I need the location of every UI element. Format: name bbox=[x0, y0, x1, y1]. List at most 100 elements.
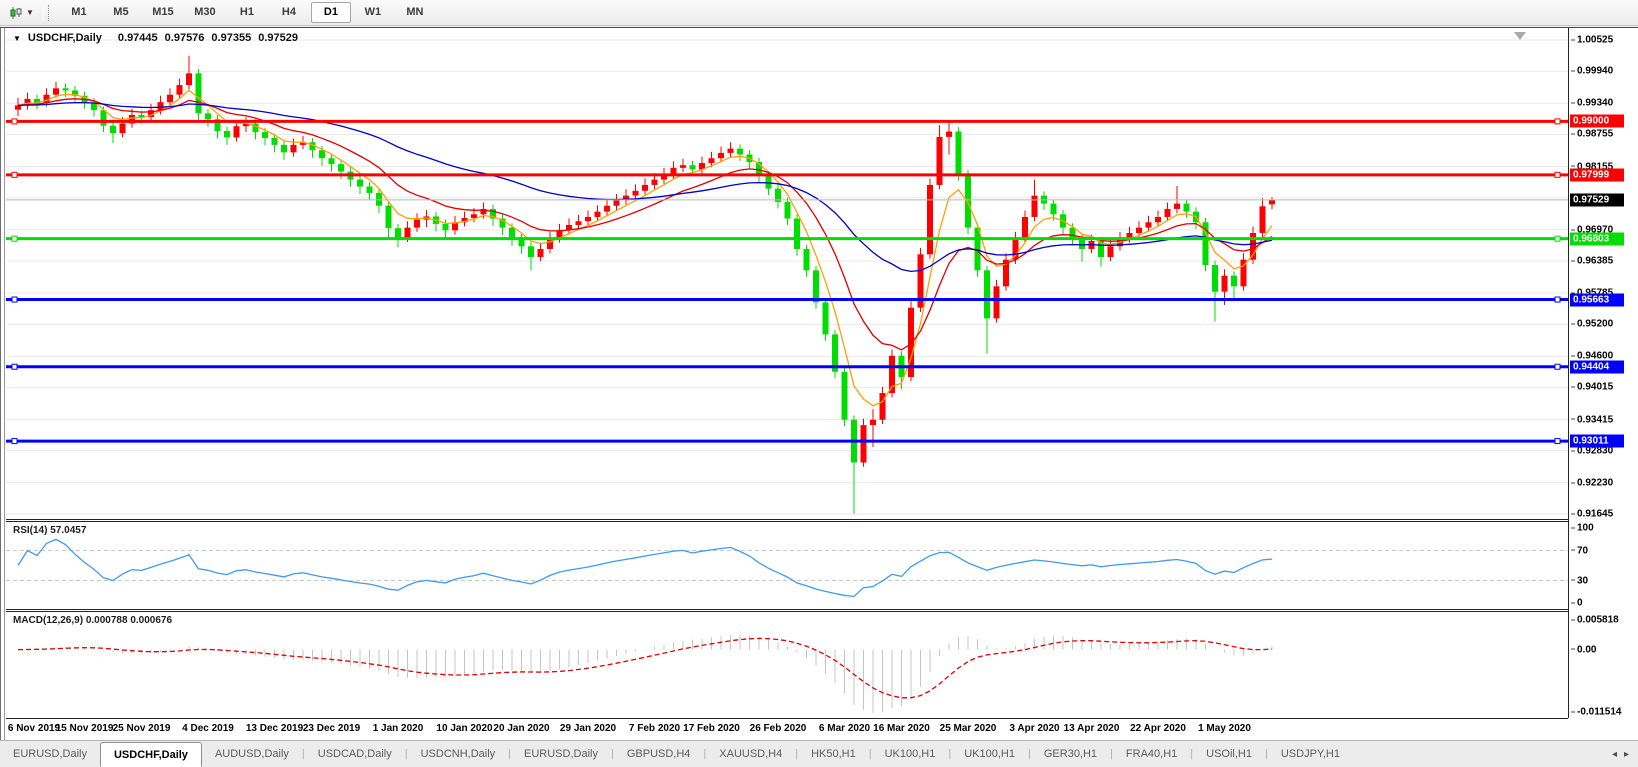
date-axis-label: 29 Jan 2020 bbox=[560, 723, 616, 734]
chart-tabs-bar: EURUSD,DailyUSDCHF,DailyAUDUSD,Daily|USD… bbox=[0, 740, 1638, 767]
ma-mid-line bbox=[18, 99, 1272, 350]
date-axis-label: 15 Nov 2019 bbox=[56, 723, 114, 734]
horizontal-level-lines[interactable] bbox=[6, 119, 1568, 444]
macd-axis-label: -0.011514 bbox=[1571, 707, 1622, 718]
timeframe-button-m1[interactable]: M1 bbox=[59, 2, 99, 23]
chart-panels: ▼ USDCHF,Daily 0.97445 0.97576 0.97355 0… bbox=[6, 28, 1568, 741]
rsi-axis-label: 30 bbox=[1571, 575, 1588, 586]
rsi-label: RSI(14) 57.0457 bbox=[13, 525, 86, 536]
timeframe-button-h1[interactable]: H1 bbox=[227, 2, 267, 23]
chart-tab-uk100-h1[interactable]: UK100,H1 bbox=[951, 741, 1028, 767]
current-price-badge: 0.97529 bbox=[1570, 193, 1624, 206]
date-axis-label: 4 Dec 2019 bbox=[182, 723, 234, 734]
timeframe-button-mn[interactable]: MN bbox=[395, 2, 435, 23]
date-axis-label: 7 Feb 2020 bbox=[629, 723, 680, 734]
date-axis-label: 1 May 2020 bbox=[1198, 723, 1251, 734]
chart-window: ▼ USDCHF,Daily 0.97445 0.97576 0.97355 0… bbox=[0, 27, 1638, 740]
date-axis-label: 25 Mar 2020 bbox=[940, 723, 997, 734]
date-axis-label: 10 Jan 2020 bbox=[436, 723, 492, 734]
chart-tab-usdcnh-daily[interactable]: USDCNH,Daily bbox=[408, 741, 509, 767]
chart-left-border bbox=[4, 28, 5, 740]
chart-tab-eurusd-daily[interactable]: EURUSD,Daily bbox=[511, 741, 611, 767]
panel-separator[interactable] bbox=[6, 609, 1568, 610]
date-axis-label: 25 Nov 2019 bbox=[113, 723, 171, 734]
candlestick-chart[interactable] bbox=[6, 28, 1568, 519]
tab-scroll-right-icon[interactable]: ▸ bbox=[1624, 749, 1629, 760]
chart-tab-usdcad-daily[interactable]: USDCAD,Daily bbox=[305, 741, 405, 767]
time-axis[interactable]: 6 Nov 201915 Nov 201925 Nov 20194 Dec 20… bbox=[6, 718, 1568, 742]
chart-tab-uk100-h1[interactable]: UK100,H1 bbox=[872, 741, 949, 767]
price-axis-label: 0.92230 bbox=[1571, 477, 1613, 488]
candles bbox=[15, 56, 1275, 514]
price-axis-label: 0.96385 bbox=[1571, 255, 1613, 266]
price-axis-label: 0.99940 bbox=[1571, 66, 1613, 77]
date-axis-label: 23 Dec 2019 bbox=[303, 723, 360, 734]
chart-tab-usdjpy-h1[interactable]: USDJPY,H1 bbox=[1268, 741, 1353, 767]
date-axis-label: 17 Feb 2020 bbox=[683, 723, 740, 734]
macd-chart[interactable] bbox=[6, 612, 1568, 718]
timeframe-button-m5[interactable]: M5 bbox=[101, 2, 141, 23]
macd-signal-line bbox=[18, 638, 1272, 697]
timeframe-button-h4[interactable]: H4 bbox=[269, 2, 309, 23]
price-axis-label: 0.99340 bbox=[1571, 98, 1613, 109]
main-price-panel[interactable]: ▼ USDCHF,Daily 0.97445 0.97576 0.97355 0… bbox=[6, 28, 1568, 519]
level-price-badge: 0.99000 bbox=[1570, 115, 1624, 128]
rsi-line bbox=[18, 539, 1272, 596]
ohlc-low: 0.97355 bbox=[211, 32, 251, 44]
rsi-panel[interactable]: RSI(14) 57.0457 bbox=[6, 522, 1568, 609]
price-axis-label: 0.91645 bbox=[1571, 509, 1613, 520]
timeframe-toolbar: M1M5M15M30H1H4D1W1MN bbox=[58, 2, 436, 23]
rsi-axis-label: 70 bbox=[1571, 545, 1588, 556]
date-axis-label: 22 Apr 2020 bbox=[1130, 723, 1186, 734]
macd-panel[interactable]: MACD(12,26,9) 0.000788 0.000676 bbox=[6, 612, 1568, 718]
price-axis[interactable]: 1.005250.999400.993400.987550.981550.975… bbox=[1568, 28, 1638, 718]
dropdown-caret-icon: ▼ bbox=[26, 8, 34, 17]
ohlc-high: 0.97576 bbox=[165, 32, 205, 44]
level-price-badge: 0.93011 bbox=[1570, 435, 1624, 448]
panel-separator[interactable] bbox=[6, 519, 1568, 520]
symbol-dropdown-icon[interactable]: ▼ bbox=[13, 34, 21, 43]
chart-tab-fra40-h1[interactable]: FRA40,H1 bbox=[1113, 741, 1190, 767]
macd-axis-label: 0.005818 bbox=[1571, 615, 1619, 626]
date-axis-label: 3 Apr 2020 bbox=[1009, 723, 1059, 734]
chart-tab-audusd-daily[interactable]: AUDUSD,Daily bbox=[202, 741, 302, 767]
chart-tools-icon[interactable]: ▼ bbox=[5, 4, 38, 22]
timeframe-button-w1[interactable]: W1 bbox=[353, 2, 393, 23]
timeframe-button-d1[interactable]: D1 bbox=[311, 2, 351, 23]
tab-scroll-left-icon[interactable]: ◂ bbox=[1612, 749, 1617, 760]
date-axis-label: 26 Feb 2020 bbox=[750, 723, 807, 734]
level-price-badge: 0.96803 bbox=[1570, 232, 1624, 245]
chart-tab-usdchf-daily[interactable]: USDCHF,Daily bbox=[100, 742, 202, 767]
chart-title: ▼ USDCHF,Daily 0.97445 0.97576 0.97355 0… bbox=[13, 32, 298, 44]
price-axis-label: 0.98755 bbox=[1571, 129, 1613, 140]
level-price-badge: 0.95663 bbox=[1570, 293, 1624, 306]
date-axis-label: 16 Mar 2020 bbox=[873, 723, 930, 734]
candlestick-glyph-icon bbox=[9, 6, 23, 20]
date-axis-label: 6 Mar 2020 bbox=[819, 723, 870, 734]
macd-label: MACD(12,26,9) 0.000788 0.000676 bbox=[13, 615, 172, 626]
chart-symbol-label: USDCHF,Daily bbox=[28, 32, 102, 44]
rsi-chart[interactable] bbox=[6, 522, 1568, 609]
date-axis-label: 20 Jan 2020 bbox=[493, 723, 549, 734]
timeframe-button-m30[interactable]: M30 bbox=[185, 2, 225, 23]
date-axis-label: 13 Apr 2020 bbox=[1064, 723, 1120, 734]
level-price-badge: 0.94404 bbox=[1570, 360, 1624, 373]
date-axis-label: 13 Dec 2019 bbox=[246, 723, 303, 734]
chart-tab-usoil-h1[interactable]: USOil,H1 bbox=[1193, 741, 1265, 767]
toolbar-grip bbox=[43, 5, 49, 21]
rsi-axis-label: 0 bbox=[1571, 598, 1583, 609]
chart-tab-eurusd-daily[interactable]: EURUSD,Daily bbox=[0, 741, 100, 767]
price-axis-label: 0.94015 bbox=[1571, 382, 1613, 393]
macd-axis-label: 0.00 bbox=[1571, 644, 1596, 655]
chart-shift-marker-icon[interactable] bbox=[1514, 32, 1526, 40]
level-price-badge: 0.97999 bbox=[1570, 168, 1624, 181]
timeframe-button-m15[interactable]: M15 bbox=[143, 2, 183, 23]
date-axis-label: 1 Jan 2020 bbox=[373, 723, 424, 734]
ohlc-close: 0.97529 bbox=[258, 32, 298, 44]
chart-tab-gbpusd-h4[interactable]: GBPUSD,H4 bbox=[614, 741, 704, 767]
chart-tab-hk50-h1[interactable]: HK50,H1 bbox=[798, 741, 869, 767]
chart-tab-xauusd-h4[interactable]: XAUUSD,H4 bbox=[706, 741, 795, 767]
top-toolbar: ▼ M1M5M15M30H1H4D1W1MN bbox=[0, 0, 1638, 26]
price-axis-label: 0.93415 bbox=[1571, 414, 1613, 425]
chart-tab-ger30-h1[interactable]: GER30,H1 bbox=[1031, 741, 1110, 767]
